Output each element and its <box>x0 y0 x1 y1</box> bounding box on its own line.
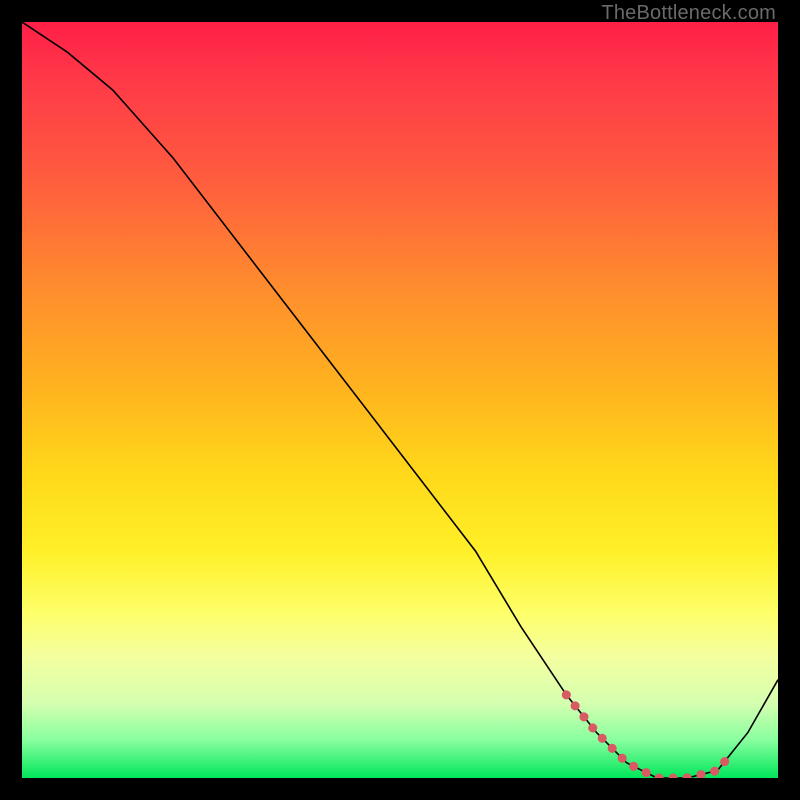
bottleneck-curve-line <box>22 22 778 778</box>
gradient-plot-area <box>22 22 778 778</box>
curve-svg <box>22 22 778 778</box>
chart-frame: TheBottleneck.com <box>0 0 800 800</box>
optimal-zone-dots <box>566 695 729 778</box>
